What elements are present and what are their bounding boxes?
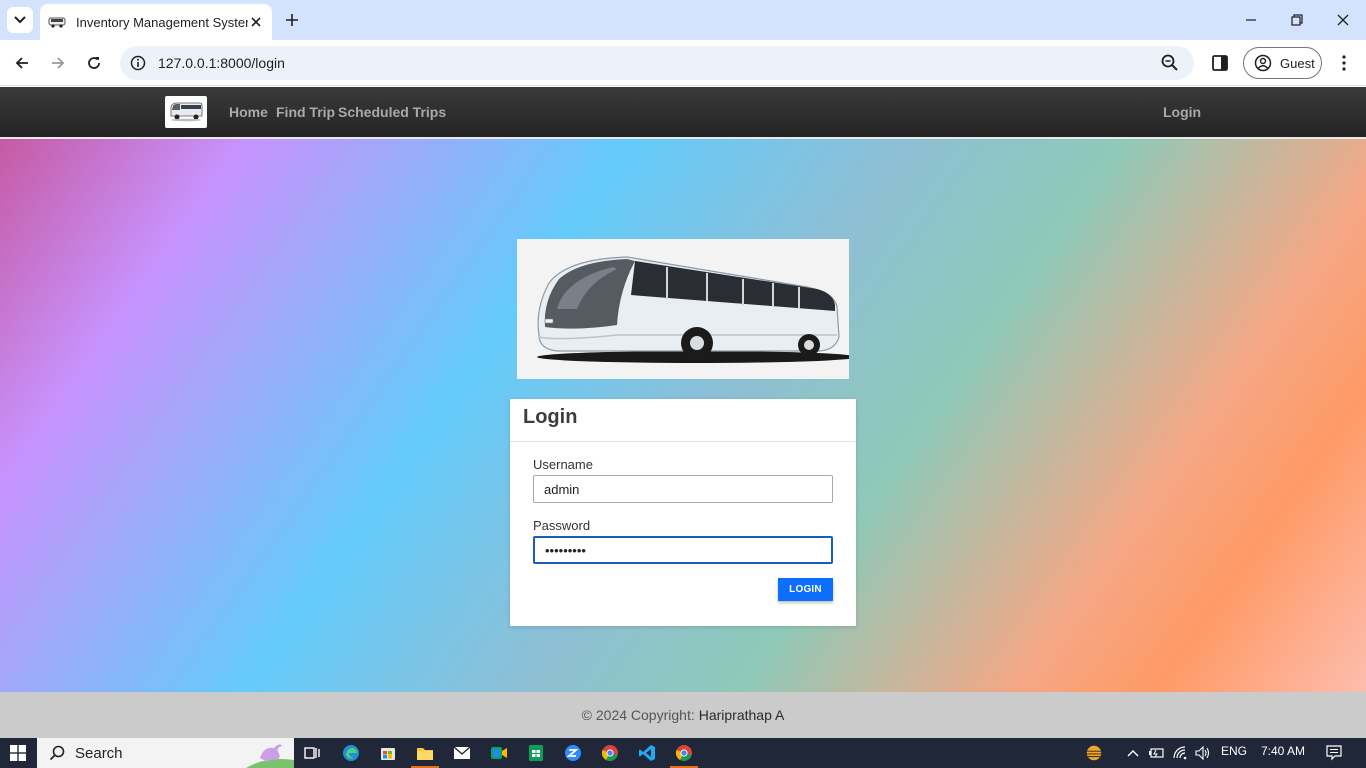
battery-icon: [1149, 748, 1164, 758]
edge-icon: [343, 745, 359, 761]
profile-label: Guest: [1280, 55, 1315, 71]
tray-language[interactable]: ENG: [1221, 744, 1247, 758]
main-content: Login Username admin Password ••••••••• …: [0, 139, 1366, 692]
taskbar-mail[interactable]: [452, 743, 472, 763]
notification-icon: [1326, 745, 1342, 761]
forward-button[interactable]: [46, 51, 70, 75]
reload-button[interactable]: [82, 51, 106, 75]
nav-link-home[interactable]: Home: [229, 104, 268, 120]
mail-icon: [453, 746, 471, 759]
brand-logo[interactable]: [165, 96, 207, 128]
chevron-down-icon: [14, 16, 26, 24]
video-call-icon: [491, 747, 507, 759]
app-navbar: Home Find Trip Scheduled Trips Login: [0, 87, 1366, 139]
taskbar-sheets[interactable]: [526, 743, 546, 763]
task-view-button[interactable]: [302, 743, 322, 763]
volume-icon: [1195, 746, 1210, 760]
copyright-text: © 2024 Copyright:: [581, 707, 695, 723]
page-footer: © 2024 Copyright: Hariprathap A: [0, 692, 1366, 738]
taskbar-edge[interactable]: [341, 743, 361, 763]
taskbar-chrome[interactable]: [600, 743, 620, 763]
tray-overflow-button[interactable]: [1123, 743, 1143, 763]
arrow-right-icon: [52, 57, 65, 69]
more-vert-icon: [1342, 55, 1346, 71]
side-panel-icon[interactable]: [1210, 53, 1230, 73]
wifi-icon: [1173, 746, 1187, 760]
search-icon: [49, 745, 65, 761]
minimize-button[interactable]: [1241, 10, 1261, 30]
nav-link-login[interactable]: Login: [1163, 104, 1201, 120]
profile-button[interactable]: Guest: [1243, 47, 1322, 79]
windows-taskbar: Search ENG 7:40 AM: [0, 738, 1366, 768]
spreadsheet-icon: [529, 745, 543, 761]
browser-tab[interactable]: Inventory Management System: [40, 4, 272, 40]
zoom-icon[interactable]: [1160, 53, 1180, 73]
taskbar-meet[interactable]: [489, 743, 509, 763]
taskbar-file-explorer[interactable]: [411, 743, 439, 768]
tab-title: Inventory Management System: [76, 14, 248, 30]
login-title: Login: [523, 406, 578, 428]
site-info-icon[interactable]: [130, 55, 146, 71]
login-card-header: Login: [510, 399, 856, 442]
weather-icon: [1085, 745, 1103, 761]
browser-toolbar: 127.0.0.1:8000/login Guest: [0, 40, 1366, 86]
task-view-icon: [304, 747, 320, 759]
vscode-icon: [639, 745, 655, 761]
password-field[interactable]: •••••••••: [533, 536, 833, 564]
nav-link-find-trip[interactable]: Find Trip: [276, 104, 335, 120]
bus-logo-icon: [170, 102, 203, 122]
tab-search-button[interactable]: [7, 7, 33, 33]
minimize-icon: [1246, 19, 1256, 21]
chrome-icon: [601, 745, 618, 761]
plus-icon: [286, 14, 298, 26]
taskbar-chrome-active[interactable]: [670, 743, 698, 768]
reload-icon: [88, 57, 100, 69]
weather-widget[interactable]: [1084, 743, 1104, 763]
nav-link-scheduled-trips[interactable]: Scheduled Trips: [338, 104, 446, 120]
back-button[interactable]: [10, 51, 34, 75]
username-field[interactable]: admin: [533, 475, 833, 503]
password-label: Password: [533, 518, 591, 533]
url-text[interactable]: 127.0.0.1:8000/login: [158, 55, 1160, 71]
taskbar-store[interactable]: [378, 743, 398, 763]
username-label: Username: [533, 457, 593, 472]
browser-tab-strip: Inventory Management System: [0, 0, 1366, 40]
author-name: Hariprathap A: [698, 707, 785, 723]
notifications-button[interactable]: [1324, 743, 1344, 763]
close-window-button[interactable]: [1333, 10, 1353, 30]
folder-icon: [417, 748, 433, 760]
windows-start-icon[interactable]: [10, 745, 26, 761]
tray-battery[interactable]: [1146, 743, 1166, 763]
close-tab-icon[interactable]: [248, 14, 264, 30]
chrome-active-icon: [675, 745, 692, 761]
tray-wifi[interactable]: [1171, 743, 1191, 763]
chevron-up-icon: [1127, 750, 1139, 757]
close-icon: [1337, 14, 1349, 26]
restore-icon: [1291, 14, 1303, 26]
restore-button[interactable]: [1287, 10, 1307, 30]
arrow-left-icon: [15, 57, 28, 69]
browser-menu-button[interactable]: [1334, 53, 1354, 73]
tray-clock[interactable]: 7:40 AM: [1261, 744, 1305, 758]
bus-illustration: [537, 256, 849, 363]
zoom-app-icon: [565, 745, 581, 761]
address-bar[interactable]: 127.0.0.1:8000/login: [120, 46, 1194, 80]
taskbar-zoom[interactable]: [563, 743, 583, 763]
account-icon: [1254, 54, 1272, 72]
new-tab-button[interactable]: [282, 10, 302, 30]
bus-image: [517, 239, 849, 379]
taskbar-vscode[interactable]: [637, 743, 657, 763]
login-card: Login Username admin Password ••••••••• …: [510, 399, 856, 626]
search-highlight-icon: [246, 744, 294, 768]
bus-favicon-icon: [48, 17, 66, 28]
taskbar-search-label: Search: [75, 744, 123, 762]
tray-volume[interactable]: [1193, 743, 1213, 763]
taskbar-search-box[interactable]: Search: [37, 738, 294, 768]
login-button[interactable]: LOGIN: [778, 578, 833, 601]
store-icon: [381, 748, 395, 760]
